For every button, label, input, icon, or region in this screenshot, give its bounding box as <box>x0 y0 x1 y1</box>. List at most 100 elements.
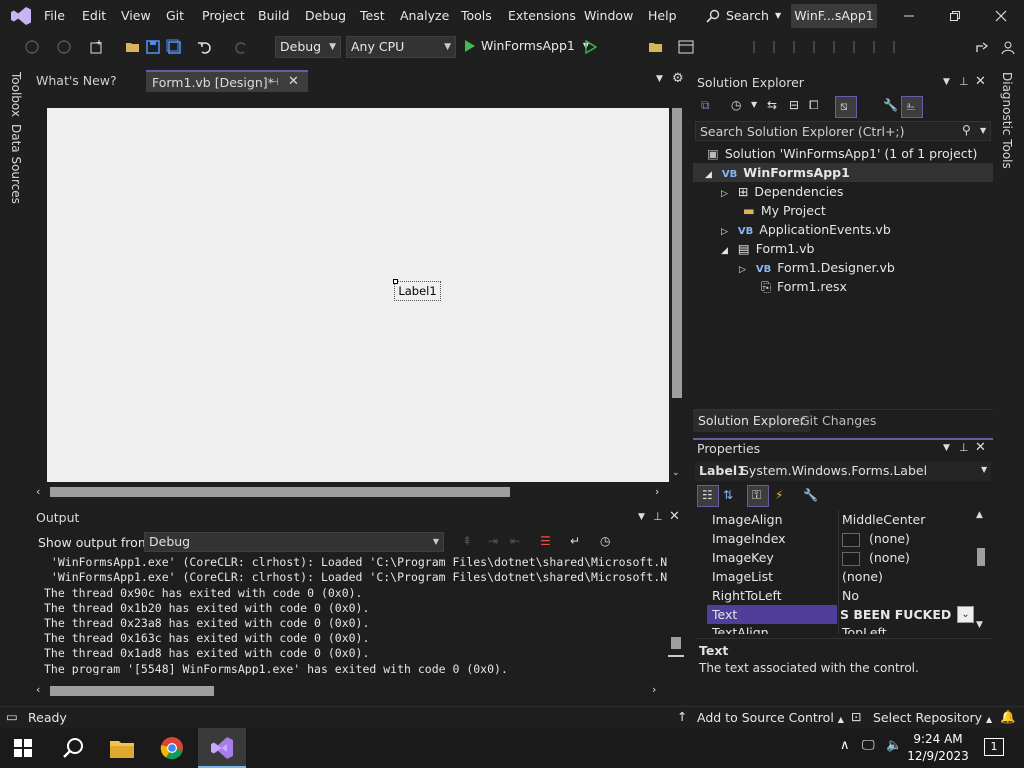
property-row-imagealign[interactable]: ImageAlign MiddleCenter <box>707 510 983 529</box>
notifications-center-icon[interactable]: 1 <box>984 738 1004 756</box>
chevron-left-icon[interactable]: ‹ <box>36 485 40 498</box>
open-folder-icon[interactable] <box>125 39 141 55</box>
tab-form1-design[interactable]: Form1.vb [Design]* ⊣ ✕ <box>146 70 308 92</box>
select-repository-button[interactable]: Select Repository ▲ <box>873 710 992 725</box>
chevron-right-icon[interactable]: › <box>652 683 656 696</box>
tree-node-form1[interactable]: ◢ ▤ Form1.vb <box>721 239 814 258</box>
pin-icon[interactable]: ⊥ <box>959 75 969 88</box>
scrollbar-thumb[interactable] <box>50 487 510 497</box>
solution-search-box[interactable]: Search Solution Explorer (Ctrl+;) ⚲ ▼ <box>695 121 991 141</box>
tab-whats-new[interactable]: What's New? <box>30 70 123 92</box>
network-icon[interactable]: 🖵 <box>862 738 875 753</box>
file-explorer-icon[interactable] <box>110 738 134 758</box>
events-lightning-icon[interactable]: ⚡ <box>775 488 783 502</box>
redo-icon[interactable] <box>233 39 249 55</box>
close-icon[interactable]: ✕ <box>975 440 986 455</box>
property-value[interactable]: TopLeft <box>842 624 887 634</box>
undo-icon[interactable] <box>197 39 213 55</box>
close-tab-icon[interactable]: ✕ <box>288 71 299 93</box>
pin-icon[interactable]: ⊣ <box>270 72 279 94</box>
menu-extensions[interactable]: Extensions <box>508 8 576 23</box>
chevron-down-icon[interactable]: ▼ <box>751 100 757 109</box>
close-button[interactable] <box>978 0 1024 32</box>
save-icon[interactable] <box>145 39 161 55</box>
visual-studio-logo-icon[interactable] <box>10 5 32 27</box>
chevron-left-icon[interactable]: ‹ <box>36 683 40 696</box>
property-row-textalign[interactable]: TextAlign TopLeft <box>707 624 983 634</box>
menu-test[interactable]: Test <box>360 8 385 23</box>
taskbar-search-icon[interactable] <box>62 737 84 759</box>
share-icon[interactable] <box>974 39 990 55</box>
property-value[interactable]: MiddleCenter <box>842 510 925 529</box>
new-project-icon[interactable] <box>89 39 105 55</box>
data-sources-tab[interactable]: Data Sources <box>9 124 23 204</box>
collapse-all-icon[interactable]: ⊟ <box>789 98 799 112</box>
view-code-button[interactable]: ⧅ <box>835 96 857 118</box>
clear-all-icon[interactable]: ☰ <box>540 534 551 548</box>
previous-message-icon[interactable]: ⇥ <box>488 534 498 548</box>
volume-icon[interactable]: 🔈 <box>886 738 902 753</box>
clock-icon[interactable]: ◷ <box>600 534 610 548</box>
tree-node-solution[interactable]: ▣ Solution 'WinFormsApp1' (1 of 1 project… <box>707 144 977 163</box>
menu-window[interactable]: Window <box>584 8 633 23</box>
scrollbar-thumb[interactable] <box>672 108 682 398</box>
tree-node-my-project[interactable]: ▬ My Project <box>743 201 826 220</box>
pin-icon[interactable]: ⊥ <box>653 510 663 523</box>
close-icon[interactable]: ✕ <box>669 509 680 524</box>
form1-canvas[interactable] <box>47 108 669 482</box>
feedback-icon[interactable] <box>1000 39 1016 55</box>
add-to-source-control-button[interactable]: Add to Source Control ▲ <box>697 710 844 725</box>
menu-git[interactable]: Git <box>166 8 184 23</box>
menu-tools[interactable]: Tools <box>461 8 492 23</box>
notifications-bell-icon[interactable]: 🔔 <box>1000 709 1016 725</box>
start-debugging-button[interactable]: WinFormsApp1 ▼ <box>464 38 589 53</box>
navigate-back-icon[interactable] <box>24 39 40 55</box>
property-row-imagekey[interactable]: ImageKey (none) <box>707 548 983 567</box>
chevron-down-icon[interactable]: ▼ <box>638 512 645 522</box>
scrollbar-thumb[interactable] <box>671 637 681 649</box>
scrollbar-thumb[interactable] <box>50 686 214 696</box>
menu-edit[interactable]: Edit <box>82 8 106 23</box>
label1-control[interactable]: Label1 <box>394 281 441 301</box>
tab-list-dropdown-icon[interactable]: ▼ <box>656 74 663 84</box>
solution-platform-dropdown[interactable]: Any CPU ▼ <box>346 36 456 58</box>
property-row-imagelist[interactable]: ImageList (none) <box>707 567 983 586</box>
browse-folder-icon[interactable] <box>648 39 664 55</box>
search-button[interactable]: Search ▼ <box>706 8 781 23</box>
chevron-down-icon[interactable]: ▼ <box>980 126 986 135</box>
selection-handle[interactable] <box>393 279 398 284</box>
visual-studio-taskbar-button[interactable] <box>198 728 246 768</box>
property-value[interactable]: (none) <box>842 548 910 567</box>
tree-node-application-events[interactable]: ▷ VB ApplicationEvents.vb <box>721 220 891 239</box>
windows-start-icon[interactable] <box>14 739 32 757</box>
show-hidden-icons-chevron-icon[interactable]: ∧ <box>840 738 850 753</box>
find-message-icon[interactable]: ⇞ <box>462 534 472 548</box>
gear-icon[interactable]: ⚙ <box>672 71 684 86</box>
navigate-forward-icon[interactable] <box>56 39 72 55</box>
word-wrap-icon[interactable]: ↵ <box>570 534 580 548</box>
chevron-down-icon[interactable]: ▼ <box>943 77 950 87</box>
designer-vertical-scrollbar[interactable]: ⌄ <box>669 106 685 486</box>
property-row-righttoleft[interactable]: RightToLeft No <box>707 586 983 605</box>
menu-file[interactable]: File <box>44 8 65 23</box>
properties-wrench-icon[interactable]: 🔧 <box>883 98 898 112</box>
tree-node-dependencies[interactable]: ▷ ⊞ Dependencies <box>721 182 843 201</box>
property-pages-wrench-icon[interactable]: 🔧 <box>803 488 818 502</box>
chevron-down-icon[interactable]: ▼ <box>943 443 950 453</box>
preview-selected-items-button[interactable]: ⎁ <box>901 96 923 118</box>
output-vertical-scrollbar[interactable] <box>668 547 684 677</box>
property-grid-divider[interactable] <box>838 510 839 634</box>
pin-icon[interactable]: ⊥ <box>959 441 969 454</box>
text-property-editor[interactable]: S BEEN FUCKED BY A <box>840 605 955 624</box>
tree-node-project[interactable]: ◢ VB WinFormsApp1 <box>705 163 850 182</box>
tab-solution-explorer[interactable]: Solution Explorer <box>693 410 810 432</box>
tree-node-form1-designer[interactable]: ▷ VB Form1.Designer.vb <box>739 258 895 277</box>
solution-configuration-dropdown[interactable]: Debug ▼ <box>275 36 341 58</box>
tab-git-changes[interactable]: Git Changes <box>795 410 881 432</box>
toolbox-tab[interactable]: Toolbox <box>9 72 23 117</box>
chrome-icon[interactable] <box>160 736 184 760</box>
output-text[interactable]: 'WinFormsApp1.exe' (CoreCLR: clrhost): L… <box>44 547 668 675</box>
menu-help[interactable]: Help <box>648 8 677 23</box>
property-value[interactable]: (none) <box>842 529 910 548</box>
text-editor-dropdown-button[interactable]: ⌄ <box>957 606 974 623</box>
